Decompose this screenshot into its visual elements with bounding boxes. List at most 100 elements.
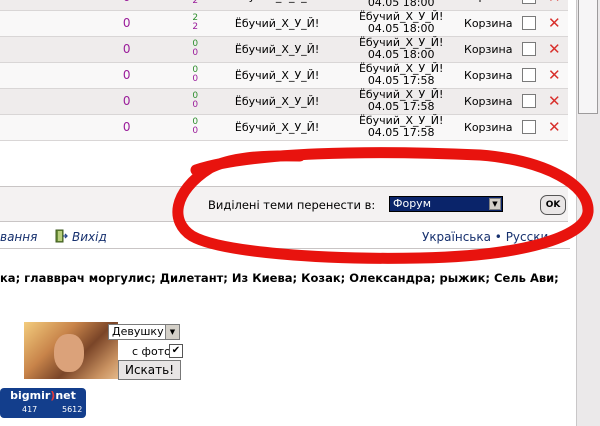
topic-replies: 0 [122,94,131,108]
topic-counts: 00 [179,36,211,62]
topic-count-bottom: 0 [192,126,199,136]
topics-table: 042Ёбучий_Х_У_Й!Ёбучий_Х_У_Й!04.05 18:00… [0,0,568,141]
gender-select-value: Девушку [112,325,164,338]
topic-delete-cell: ✕ [541,10,569,36]
topic-select-cell [517,36,540,62]
topic-last-post: Ёбучий_Х_У_Й! 04.05 17:58 [343,88,459,114]
topic-author[interactable]: Ёбучий_Х_У_Й! [211,114,343,140]
topic-trash-label[interactable]: Корзина [459,0,517,10]
red-x-icon[interactable]: ✕ [548,14,561,32]
topic-count-bottom: 0 [192,48,199,58]
checkmark-icon: ✔ [171,345,181,356]
topic-delete-cell: ✕ [541,62,569,88]
topic-row: 0 0 0 Ёбучий_Х_У_Й! Ёбучий_Х_У_Й! 04.05 17:58… [0,62,568,88]
topic-select-checkbox[interactable] [521,94,536,108]
counter-value-a: 417 [22,405,38,414]
topic-counts: 00 [179,62,211,88]
gender-select[interactable]: Девушку ▼ [108,324,180,340]
topic-delete-cell: ✕ [541,114,569,140]
move-topics-bar: Виділені теми перенести в: Форум ▼ OK [0,186,568,222]
topic-counts: 22 [179,10,211,36]
topic-replies: 0 [74,0,180,10]
topic-author[interactable]: Ёбучий_Х_У_Й! [211,10,343,36]
move-target-select[interactable]: Форум ▼ [389,196,503,212]
last-post-time: 04.05 18:00 [367,22,435,35]
red-x-icon[interactable]: ✕ [548,0,561,6]
topic-replies: 0 [122,42,131,56]
ok-button[interactable]: OK [540,195,566,215]
door-exit-icon[interactable] [54,229,68,243]
topic-select-cell [517,0,540,10]
topic-author[interactable]: Ёбучий_Х_У_Й! [211,36,343,62]
scroll-thumb[interactable] [578,0,598,114]
topic-counts: 42 [179,0,211,10]
bigmir-counter[interactable]: bigmir)net 417 5612 [0,388,86,418]
red-x-icon[interactable]: ✕ [548,66,561,84]
topic-counts: 00 [179,114,211,140]
topic-last-post: Ёбучий_Х_У_Й!04.05 18:00 [343,0,459,10]
topic-cell-spacer [0,88,74,114]
topic-count-bottom: 0 [192,100,199,110]
topic-replies: 0 [122,68,131,82]
last-post-time: 04.05 17:58 [367,126,435,139]
move-target-value: Форум [393,197,431,210]
topic-author[interactable]: Ёбучий_Х_У_Й! [211,62,343,88]
red-x-icon[interactable]: ✕ [548,118,561,136]
topic-replies: 0 [122,120,131,134]
scroll-track-edge [576,0,577,426]
topic-cell-spacer [0,36,74,62]
topic-last-post: Ёбучий_Х_У_Й!04.05 18:00 [343,10,459,36]
triangle-down-icon: ▼ [489,198,501,210]
topic-count-bottom: 2 [192,0,199,6]
last-post-time: 04.05 18:00 [367,48,435,61]
counter-brand-right: net [55,389,76,402]
topic-delete-cell: ✕ [541,88,569,114]
red-x-icon[interactable]: ✕ [548,40,561,58]
counter-brand-left: bigmir [10,389,51,402]
topic-row: 042Ёбучий_Х_У_Й!Ёбучий_Х_У_Й!04.05 18:00… [0,0,568,10]
exit-link[interactable]: Вихід [72,230,107,244]
topic-cell-spacer [0,10,74,36]
search-button[interactable]: Искать! [118,360,181,380]
last-post-time: 04.05 18:00 [367,0,435,9]
last-post-time: 04.05 17:58 [367,100,435,113]
topic-replies: 0 [122,16,131,30]
topic-author[interactable]: Ёбучий_Х_У_Й! [211,0,343,10]
profile-photo[interactable] [24,322,118,379]
scrollbar[interactable] [576,0,600,426]
footer-nav: вання Вихід Українська • Русски [0,226,570,249]
topic-trash-label[interactable]: Корзина [459,10,517,36]
language-switch[interactable]: Українська • Русски [422,230,548,244]
topic-delete-cell: ✕ [541,36,569,62]
topic-select-cell [517,62,540,88]
topic-select-cell [517,88,540,114]
topic-select-cell [517,114,540,140]
topic-row: 0 0 0 Ёбучий_Х_У_Й! Ёбучий_Х_У_Й! 04.05 17:58… [0,114,568,140]
topic-select-checkbox[interactable] [521,68,536,82]
topic-select-cell [517,10,540,36]
topic-row: 0 2 2 Ёбучий_Х_У_Й! Ёбучий_Х_У_Й! 04.05 18:00… [0,10,568,36]
topic-trash-label[interactable]: Корзина [459,114,517,140]
topic-trash-label[interactable]: Корзина [459,62,517,88]
topic-trash-label[interactable]: Корзина [459,36,517,62]
move-topics-label: Виділені теми перенести в: [208,198,376,212]
with-photo-label: с фото [132,345,171,358]
topic-last-post: Ёбучий_Х_У_Й! 04.05 17:58 [343,62,459,88]
with-photo-checkbox[interactable]: ✔ [169,344,183,358]
last-post-time: 04.05 17:58 [367,74,435,87]
red-x-icon[interactable]: ✕ [548,92,561,110]
photo-search-widget: Девушку ▼ с фото ✔ Искать! [24,322,184,380]
nav-link-truncated[interactable]: вання [0,230,37,244]
topic-delete-cell: ✕ [541,0,569,10]
counter-value-b: 5612 [62,405,83,414]
topic-counts: 00 [179,88,211,114]
topic-trash-label[interactable]: Корзина [459,88,517,114]
topic-select-checkbox[interactable] [521,120,536,134]
topic-cell-spacer [0,62,74,88]
topic-select-checkbox[interactable] [521,42,536,56]
topic-last-post: Ёбучий_Х_У_Й! 04.05 17:58 [343,114,459,140]
topic-select-checkbox[interactable] [521,0,536,4]
online-users-list: ка; главврач моргулис; Дилетант; Из Киев… [0,271,559,285]
topic-author[interactable]: Ёбучий_Х_У_Й! [211,88,343,114]
topic-select-checkbox[interactable] [521,16,536,30]
